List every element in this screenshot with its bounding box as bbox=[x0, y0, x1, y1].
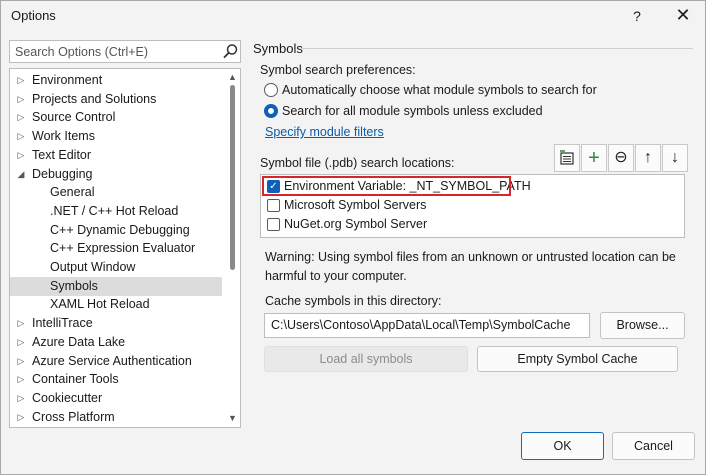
search-input[interactable] bbox=[10, 41, 215, 62]
specify-module-filters-link[interactable]: Specify module filters bbox=[265, 125, 384, 139]
tree-item[interactable]: Output Window bbox=[10, 258, 222, 277]
title-bar: Options ? ✕ bbox=[1, 1, 705, 31]
tree-item-label: IntelliTrace bbox=[32, 316, 93, 331]
radio-search-all[interactable] bbox=[264, 104, 278, 118]
collapsed-arrow-icon[interactable]: ▷ bbox=[16, 333, 26, 352]
tree-item-label: C++ Expression Evaluator bbox=[50, 241, 196, 256]
collapsed-arrow-icon[interactable]: ▷ bbox=[16, 90, 26, 109]
highlight-annotation bbox=[262, 176, 511, 196]
warning-line: harmful to your computer. bbox=[265, 269, 407, 283]
radio-auto-choose-label[interactable]: Automatically choose what module symbols… bbox=[282, 83, 597, 97]
cancel-button[interactable]: Cancel bbox=[612, 432, 695, 460]
window-title: Options bbox=[11, 8, 56, 23]
help-button[interactable]: ? bbox=[625, 5, 649, 27]
tree-item-label: Projects and Solutions bbox=[32, 91, 157, 106]
section-divider bbox=[301, 48, 693, 49]
collapsed-arrow-icon[interactable]: ▷ bbox=[16, 127, 26, 146]
tree-item-label: Text Editor bbox=[32, 147, 92, 162]
search-locations-label: Symbol file (.pdb) search locations: bbox=[260, 156, 455, 170]
location-checkbox[interactable] bbox=[267, 199, 280, 212]
tree-item[interactable]: ▷ Work Items bbox=[10, 127, 222, 146]
tree-item-label: Azure Service Authentication bbox=[32, 353, 192, 368]
tree-item[interactable]: ▷ Cross Platform bbox=[10, 408, 222, 427]
tree-item-label: Output Window bbox=[50, 260, 136, 274]
close-icon[interactable]: ✕ bbox=[669, 3, 697, 27]
folder-list-icon bbox=[560, 150, 574, 165]
ok-button[interactable]: OK bbox=[521, 432, 604, 460]
tree-item[interactable]: ▷ Source Control bbox=[10, 108, 222, 127]
tree-item[interactable]: Symbols bbox=[10, 276, 222, 296]
move-up-button[interactable]: ↑ bbox=[635, 144, 661, 172]
warning-text: Warning: Using symbol files from an unkn… bbox=[265, 248, 685, 286]
tree-item[interactable]: ▷ Azure Data Lake bbox=[10, 333, 222, 352]
tree-item-label: Debugging bbox=[32, 166, 93, 181]
tree-item[interactable]: .NET / C++ Hot Reload bbox=[10, 202, 222, 221]
collapsed-arrow-icon[interactable]: ▷ bbox=[16, 108, 26, 127]
cache-directory-input[interactable]: C:\Users\Contoso\AppData\Local\Temp\Symb… bbox=[264, 313, 590, 338]
search-field[interactable] bbox=[9, 40, 241, 63]
tree-item[interactable]: ▷ Environment bbox=[10, 71, 222, 90]
browse-button[interactable]: Browse... bbox=[600, 312, 685, 339]
tree-item-label: Container Tools bbox=[32, 372, 119, 387]
options-tree: ▷ Environment ▷ Projects and Solutions ▷ Sour… bbox=[9, 68, 241, 428]
collapsed-arrow-icon[interactable]: ▷ bbox=[16, 71, 26, 90]
tree-item[interactable]: C++ Expression Evaluator bbox=[10, 239, 222, 258]
tree-item-label: Azure Data Lake bbox=[32, 334, 126, 349]
tree-item[interactable]: ▷ Azure Service Authentication bbox=[10, 352, 222, 371]
radio-auto-choose[interactable] bbox=[264, 83, 278, 97]
collapsed-arrow-icon[interactable]: ▷ bbox=[16, 314, 26, 333]
scroll-thumb[interactable] bbox=[230, 85, 235, 270]
tree-item-label: C++ Dynamic Debugging bbox=[50, 222, 190, 237]
location-label: NuGet.org Symbol Server bbox=[284, 217, 428, 231]
tree-item[interactable]: ▷ Text Editor bbox=[10, 146, 222, 165]
options-dialog: Options ? ✕ ▷ Environment ▷ Projects and So… bbox=[0, 0, 706, 475]
tree-item-label: Cross Platform bbox=[32, 409, 115, 424]
tree-item[interactable]: General bbox=[10, 183, 222, 202]
collapsed-arrow-icon[interactable]: ▷ bbox=[16, 389, 26, 408]
tree-item-label: Symbols bbox=[50, 278, 98, 293]
tree-item-label: General bbox=[50, 185, 95, 200]
cache-directory-label: Cache symbols in this directory: bbox=[265, 294, 442, 308]
tree-item[interactable]: ◢ Debugging bbox=[10, 165, 222, 184]
tree-item-label: XAML Hot Reload bbox=[50, 297, 150, 312]
remove-location-button[interactable]: ⊖ bbox=[608, 144, 634, 172]
add-folder-button[interactable] bbox=[554, 144, 580, 172]
scroll-down-icon[interactable]: ▼ bbox=[228, 413, 237, 423]
tree-item-label: Source Control bbox=[32, 110, 116, 125]
tree-item-label: Work Items bbox=[32, 129, 95, 144]
section-title: Symbols bbox=[253, 41, 303, 56]
collapsed-arrow-icon[interactable]: ▷ bbox=[16, 146, 26, 165]
tree-item-label: Environment bbox=[32, 73, 103, 87]
scroll-up-icon[interactable]: ▲ bbox=[228, 72, 237, 82]
tree-item[interactable]: C++ Dynamic Debugging bbox=[10, 221, 222, 240]
location-label: Microsoft Symbol Servers bbox=[284, 198, 427, 212]
collapsed-arrow-icon[interactable]: ▷ bbox=[16, 370, 26, 389]
move-down-button[interactable]: ↓ bbox=[662, 144, 688, 172]
tree-item-label: .NET / C++ Hot Reload bbox=[50, 203, 179, 218]
tree-item[interactable]: ▷ Container Tools bbox=[10, 370, 222, 389]
search-icon[interactable] bbox=[222, 43, 239, 60]
tree-item[interactable]: ▷ IntelliTrace bbox=[10, 314, 222, 333]
expanded-arrow-icon[interactable]: ◢ bbox=[16, 165, 26, 184]
search-preferences-label: Symbol search preferences: bbox=[260, 63, 416, 77]
warning-line: Warning: Using symbol files from an unkn… bbox=[265, 250, 676, 264]
tree-item[interactable]: ▷ Projects and Solutions bbox=[10, 90, 222, 109]
radio-search-all-label[interactable]: Search for all module symbols unless exc… bbox=[282, 104, 543, 118]
tree-scrollbar[interactable]: ▲ ▼ bbox=[225, 69, 240, 427]
empty-symbol-cache-button[interactable]: Empty Symbol Cache bbox=[477, 346, 678, 372]
collapsed-arrow-icon[interactable]: ▷ bbox=[16, 352, 26, 371]
load-all-symbols-button[interactable]: Load all symbols bbox=[264, 346, 468, 372]
add-location-button[interactable]: + bbox=[581, 144, 607, 172]
tree-item[interactable]: ▷ Cookiecutter bbox=[10, 389, 222, 408]
tree-item[interactable]: XAML Hot Reload bbox=[10, 295, 222, 314]
location-checkbox[interactable] bbox=[267, 218, 280, 231]
collapsed-arrow-icon[interactable]: ▷ bbox=[16, 408, 26, 427]
tree-item-label: Cookiecutter bbox=[32, 390, 103, 405]
